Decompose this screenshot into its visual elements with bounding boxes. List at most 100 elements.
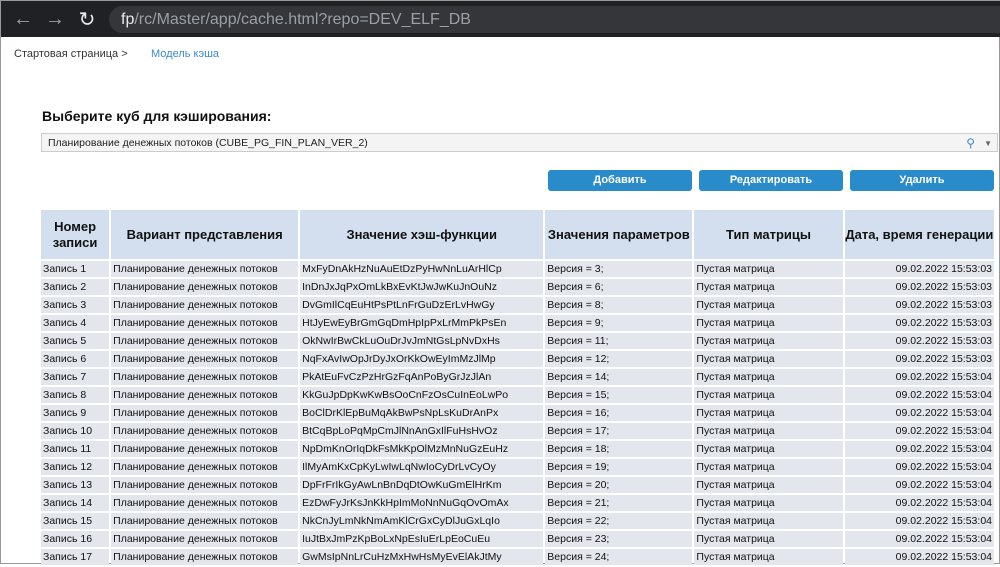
cell-params: Версия = 21;: [545, 495, 693, 511]
table-row[interactable]: Запись 16 Планирование денежных потоков Iu…: [41, 531, 994, 547]
add-button[interactable]: Добавить: [548, 170, 692, 191]
cell-view: Планирование денежных потоков: [111, 441, 299, 457]
col-header-datetime[interactable]: Дата, время генерации: [844, 210, 994, 259]
cube-select-value: Планирование денежных потоков (CUBE_PG_F…: [48, 137, 368, 149]
reload-icon[interactable]: ↻: [71, 1, 103, 37]
cell-view: Планирование денежных потоков: [111, 495, 299, 511]
table-row[interactable]: Запись 5 Планирование денежных потоков OkN…: [41, 333, 994, 349]
cell-number: Запись 13: [41, 477, 110, 493]
table-row[interactable]: Запись 10 Планирование денежных потоков Bt…: [41, 423, 994, 439]
table-row[interactable]: Запись 1 Планирование денежных потоков MxF…: [41, 261, 994, 277]
back-arrow-icon[interactable]: ←: [7, 1, 39, 37]
cell-datetime: 09.02.2022 15:53:03: [844, 297, 994, 313]
cell-datetime: 09.02.2022 15:53:04: [844, 513, 994, 529]
cell-matrix-type: Пустая матрица: [694, 495, 843, 511]
col-header-hash[interactable]: Значение хэш-функции: [300, 210, 544, 259]
col-header-params[interactable]: Значения параметров: [545, 210, 693, 259]
cache-table: Номер записи Вариант представления Значе…: [39, 208, 996, 567]
cell-datetime: 09.02.2022 15:53:04: [844, 459, 994, 475]
cell-view: Планирование денежных потоков: [111, 531, 299, 547]
breadcrumb: Стартовая страница > Модель кэша: [14, 48, 219, 60]
cell-hash: DvGmIlCqEuHtPsPtLnFrGuDzErLvHwGy: [300, 297, 544, 313]
cell-params: Версия = 9;: [545, 315, 693, 331]
cell-view: Планирование денежных потоков: [111, 405, 299, 421]
table-row[interactable]: Запись 3 Планирование денежных потоков DvG…: [41, 297, 994, 313]
edit-button[interactable]: Редактировать: [699, 170, 843, 191]
cell-view: Планирование денежных потоков: [111, 513, 299, 529]
cell-view: Планирование денежных потоков: [111, 477, 299, 493]
table-row[interactable]: Запись 14 Планирование денежных потоков Ez…: [41, 495, 994, 511]
cell-params: Версия = 6;: [545, 279, 693, 295]
cell-number: Запись 16: [41, 531, 110, 547]
cell-view: Планирование денежных потоков: [111, 351, 299, 367]
table-row[interactable]: Запись 11 Планирование денежных потоков Np…: [41, 441, 994, 457]
cell-datetime: 09.02.2022 15:53:04: [844, 531, 994, 547]
cell-number: Запись 1: [41, 261, 110, 277]
cell-datetime: 09.02.2022 15:53:04: [844, 495, 994, 511]
cell-hash: NqFxAvIwOpJrDyJxOrKkOwEyImMzJlMp: [300, 351, 544, 367]
cell-view: Планирование денежных потоков: [111, 387, 299, 403]
cell-number: Запись 4: [41, 315, 110, 331]
cell-params: Версия = 16;: [545, 405, 693, 421]
cell-matrix-type: Пустая матрица: [694, 513, 843, 529]
cell-params: Версия = 23;: [545, 531, 693, 547]
table-row[interactable]: Запись 7 Планирование денежных потоков PkA…: [41, 369, 994, 385]
table-row[interactable]: Запись 2 Планирование денежных потоков InD…: [41, 279, 994, 295]
cell-params: Версия = 12;: [545, 351, 693, 367]
page-title: Выберите куб для кэширования:: [42, 108, 272, 124]
cell-matrix-type: Пустая матрица: [694, 261, 843, 277]
cell-hash: MxFyDnAkHzNuAuEtDzPyHwNnLuArHlCp: [300, 261, 544, 277]
chevron-down-icon[interactable]: ▼: [984, 134, 992, 153]
cell-hash: IuJtBxJmPzKpBoLxNpEsIuErLpEoCuEu: [300, 531, 544, 547]
cell-view: Планирование денежных потоков: [111, 459, 299, 475]
forward-arrow-icon[interactable]: →: [39, 1, 71, 37]
cell-view: Планирование денежных потоков: [111, 369, 299, 385]
cell-params: Версия = 14;: [545, 369, 693, 385]
cell-hash: IlMyAmKxCpKyLwIwLqNwIoCyDrLvCyOy: [300, 459, 544, 475]
col-header-number[interactable]: Номер записи: [41, 210, 110, 259]
breadcrumb-home[interactable]: Стартовая страница >: [14, 48, 128, 60]
cell-params: Версия = 19;: [545, 459, 693, 475]
cell-datetime: 09.02.2022 15:53:03: [844, 333, 994, 349]
cell-params: Версия = 18;: [545, 441, 693, 457]
cell-hash: KkGuJpDpKwKwBsOoCnFzOsCuInEoLwPo: [300, 387, 544, 403]
breadcrumb-current[interactable]: Модель кэша: [151, 48, 219, 60]
cell-datetime: 09.02.2022 15:53:03: [844, 315, 994, 331]
cell-hash: BoClDrKlEpBuMqAkBwPsNpLsKuDrAnPx: [300, 405, 544, 421]
table-row[interactable]: Запись 13 Планирование денежных потоков Dp…: [41, 477, 994, 493]
cube-select[interactable]: Планирование денежных потоков (CUBE_PG_F…: [41, 133, 998, 152]
cell-hash: DpFrFrIkGyAwLnBnDqDtOwKuGmElHrKm: [300, 477, 544, 493]
cell-params: Версия = 3;: [545, 261, 693, 277]
table-row[interactable]: Запись 6 Планирование денежных потоков NqF…: [41, 351, 994, 367]
table-row[interactable]: Запись 12 Планирование денежных потоков Il…: [41, 459, 994, 475]
cell-number: Запись 2: [41, 279, 110, 295]
cell-hash: InDnJxJqPxOmLkBxEvKtJwJwKuJnOuNz: [300, 279, 544, 295]
cell-matrix-type: Пустая матрица: [694, 459, 843, 475]
cell-number: Запись 6: [41, 351, 110, 367]
cell-matrix-type: Пустая матрица: [694, 477, 843, 493]
cell-number: Запись 3: [41, 297, 110, 313]
cell-hash: EzDwFyJrKsJnKkHpImMoNnNuGqOvOmAx: [300, 495, 544, 511]
browser-toolbar: ← → ↻ fp/rc/Master/app/cache.html?repo=D…: [1, 1, 1000, 37]
search-icon[interactable]: ⚲: [966, 134, 975, 153]
cell-params: Версия = 17;: [545, 423, 693, 439]
delete-button[interactable]: Удалить: [850, 170, 994, 191]
table-header-row: Номер записи Вариант представления Значе…: [41, 210, 994, 259]
table-row[interactable]: Запись 4 Планирование денежных потоков HtJ…: [41, 315, 994, 331]
col-header-matrix-type[interactable]: Тип матрицы: [694, 210, 843, 259]
cell-view: Планирование денежных потоков: [111, 423, 299, 439]
cell-datetime: 09.02.2022 15:53:04: [844, 423, 994, 439]
table-row[interactable]: Запись 17 Планирование денежных потоков Gw…: [41, 549, 994, 565]
cell-number: Запись 11: [41, 441, 110, 457]
url-path: /rc/Master/app/cache.html?repo=DEV_ELF_D…: [134, 11, 471, 28]
cell-datetime: 09.02.2022 15:53:04: [844, 477, 994, 493]
address-bar[interactable]: fp/rc/Master/app/cache.html?repo=DEV_ELF…: [109, 6, 1000, 33]
table-row[interactable]: Запись 15 Планирование денежных потоков Nk…: [41, 513, 994, 529]
col-header-view[interactable]: Вариант представления: [111, 210, 299, 259]
cell-datetime: 09.02.2022 15:53:04: [844, 549, 994, 565]
cell-view: Планирование денежных потоков: [111, 279, 299, 295]
cell-number: Запись 17: [41, 549, 110, 565]
table-row[interactable]: Запись 9 Планирование денежных потоков BoC…: [41, 405, 994, 421]
table-row[interactable]: Запись 8 Планирование денежных потоков KkG…: [41, 387, 994, 403]
cell-view: Планирование денежных потоков: [111, 315, 299, 331]
